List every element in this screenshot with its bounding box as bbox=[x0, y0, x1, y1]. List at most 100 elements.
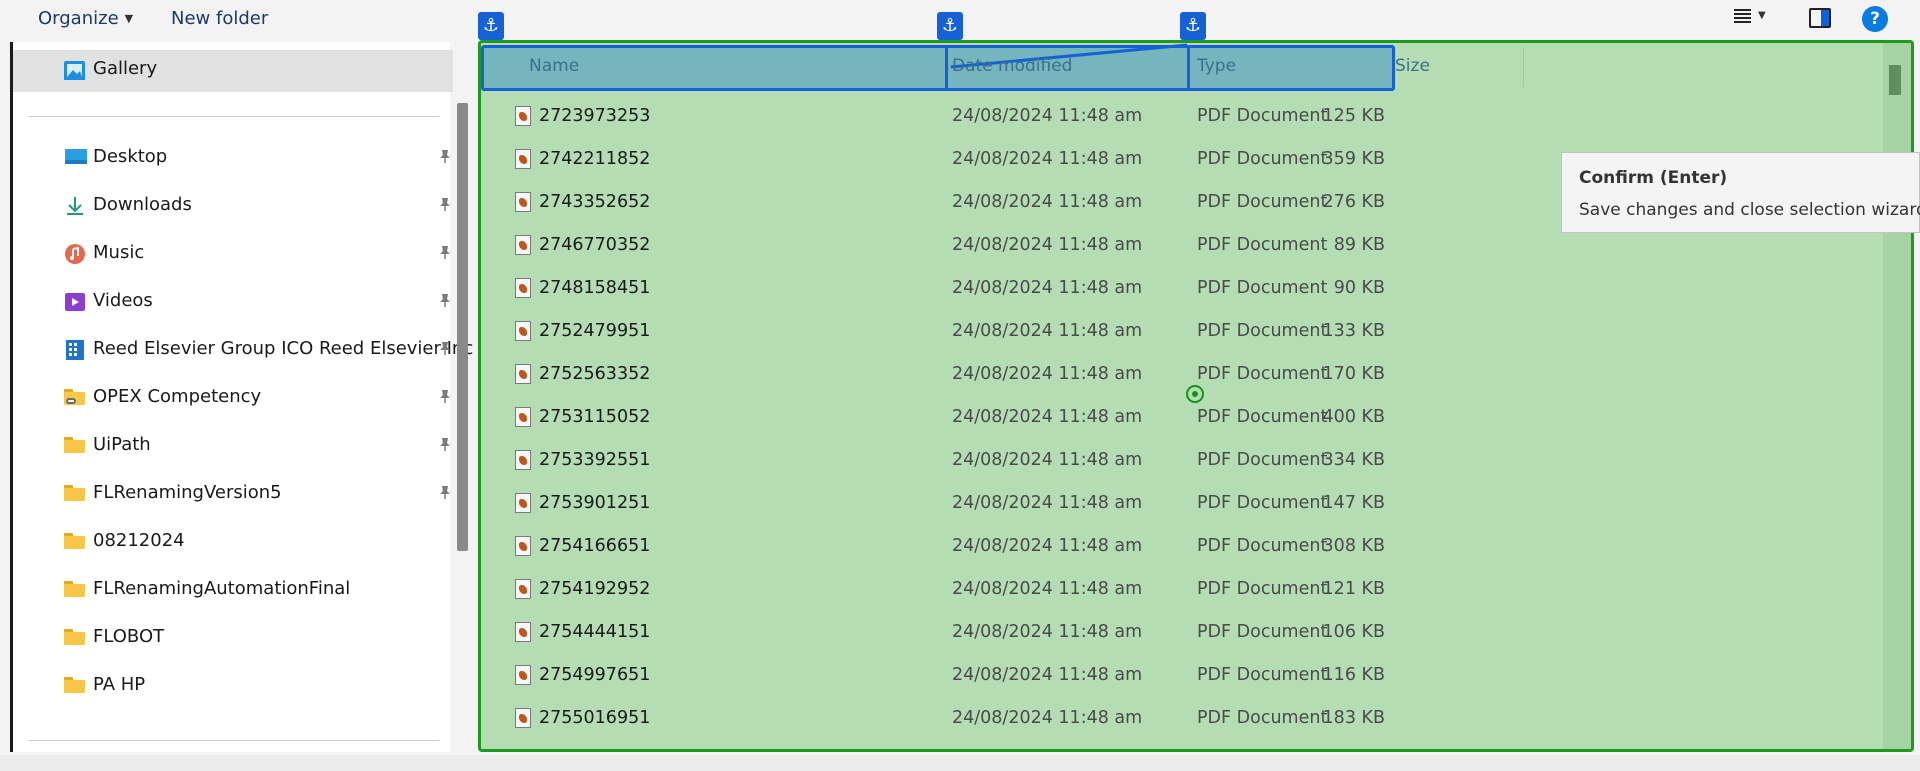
pdf-file-icon bbox=[515, 579, 531, 599]
building-icon bbox=[64, 339, 86, 360]
pdf-file-icon bbox=[515, 665, 531, 685]
file-size: 89 KB bbox=[1333, 235, 1385, 255]
file-name: 2754444151 bbox=[539, 622, 651, 642]
file-size: 334 KB bbox=[1322, 450, 1385, 470]
file-row[interactable]: 2753901251 24/08/2024 11:48 am PDF Documen… bbox=[481, 482, 1911, 525]
sidebar-item-uipath[interactable]: UiPath bbox=[13, 426, 453, 464]
pin-icon[interactable] bbox=[437, 388, 453, 404]
file-size: 90 KB bbox=[1333, 278, 1385, 298]
sidebar-item-videos[interactable]: Videos bbox=[13, 282, 453, 320]
file-size: 121 KB bbox=[1322, 579, 1385, 599]
anchor-icon[interactable]: ⚓ bbox=[1180, 12, 1206, 40]
pin-icon[interactable] bbox=[437, 484, 453, 500]
pdf-file-icon bbox=[515, 321, 531, 341]
target-crosshair-icon bbox=[1186, 385, 1204, 403]
file-row[interactable]: 2748158451 24/08/2024 11:48 am PDF Documen… bbox=[481, 267, 1911, 310]
file-row[interactable]: 2754166651 24/08/2024 11:48 am PDF Documen… bbox=[481, 525, 1911, 568]
sidebar-item-gallery[interactable]: Gallery bbox=[13, 50, 453, 92]
column-header-date[interactable]: Date modified bbox=[952, 56, 1072, 76]
folder-icon bbox=[64, 533, 85, 549]
sidebar-item-music[interactable]: Music bbox=[13, 234, 453, 272]
sidebar-item-reed-elsevier-group-ico-reed-elsevier-inc[interactable]: Reed Elsevier Group ICO Reed Elsevier In… bbox=[13, 330, 473, 368]
sidebar-item-label: Downloads bbox=[93, 194, 192, 215]
file-row[interactable]: 2754192952 24/08/2024 11:48 am PDF Documen… bbox=[481, 568, 1911, 611]
download-icon bbox=[64, 195, 86, 215]
pin-icon[interactable] bbox=[437, 148, 453, 164]
sidebar-item-opex-competency[interactable]: OPEX Competency bbox=[13, 378, 453, 416]
sidebar-item-label: OPEX Competency bbox=[93, 386, 262, 407]
file-name: 2743352652 bbox=[539, 192, 651, 212]
network-folder-icon bbox=[64, 389, 85, 405]
file-date-modified: 24/08/2024 11:48 am bbox=[952, 579, 1143, 599]
sidebar-item-downloads[interactable]: Downloads bbox=[13, 186, 453, 224]
anchor-icon[interactable]: ⚓ bbox=[937, 12, 963, 40]
pin-icon[interactable] bbox=[437, 292, 453, 308]
divider bbox=[29, 116, 439, 117]
pdf-file-icon bbox=[515, 235, 531, 255]
column-header-type[interactable]: Type bbox=[1197, 56, 1236, 76]
anchor-icon[interactable]: ⚓ bbox=[478, 12, 504, 40]
sidebar-item-label: 08212024 bbox=[93, 530, 185, 551]
navigation-pane: Gallery Desktop Downloads Music Videos Reed … bbox=[10, 42, 473, 752]
sidebar-item-flobot[interactable]: FLOBOT bbox=[13, 618, 453, 656]
sidebar-item-label: FLOBOT bbox=[93, 626, 165, 647]
file-row[interactable]: 2723973253 24/08/2024 11:48 am PDF Documen… bbox=[481, 95, 1911, 138]
file-name: 2746770352 bbox=[539, 235, 651, 255]
pdf-file-icon bbox=[515, 622, 531, 642]
file-name: 2753392551 bbox=[539, 450, 651, 470]
file-row[interactable]: 2752479951 24/08/2024 11:48 am PDF Documen… bbox=[481, 310, 1911, 353]
file-size: 170 KB bbox=[1322, 364, 1385, 384]
column-separator[interactable] bbox=[1523, 47, 1524, 87]
tooltip-title: Confirm (Enter) bbox=[1579, 168, 1728, 188]
sidebar-item-desktop[interactable]: Desktop bbox=[13, 138, 453, 176]
pin-icon[interactable] bbox=[437, 340, 453, 356]
file-explorer-window: Organize ▼ New folder ▼ ? Gallery Desktop… bbox=[0, 0, 1920, 771]
file-name: 2748158451 bbox=[539, 278, 651, 298]
file-date-modified: 24/08/2024 11:48 am bbox=[952, 665, 1143, 685]
file-date-modified: 24/08/2024 11:48 am bbox=[952, 321, 1143, 341]
sidebar-item-pa-hp[interactable]: PA HP bbox=[13, 666, 453, 704]
tooltip-body: Save changes and close selection wizard. bbox=[1579, 200, 1920, 220]
file-size: 106 KB bbox=[1322, 622, 1385, 642]
pdf-file-icon bbox=[515, 407, 531, 427]
organize-button[interactable]: Organize ▼ bbox=[38, 8, 133, 29]
file-row[interactable]: 2753392551 24/08/2024 11:48 am PDF Documen… bbox=[481, 439, 1911, 482]
list-scrollbar-thumb[interactable] bbox=[1889, 65, 1901, 95]
file-name: 2753901251 bbox=[539, 493, 651, 513]
file-name: 2742211852 bbox=[539, 149, 651, 169]
file-date-modified: 24/08/2024 11:48 am bbox=[952, 407, 1143, 427]
folder-icon bbox=[64, 485, 85, 501]
pdf-file-icon bbox=[515, 149, 531, 169]
sidebar-item-label: FLRenamingVersion5 bbox=[93, 482, 282, 503]
sidebar-item-flrenamingautomationfinal[interactable]: FLRenamingAutomationFinal bbox=[13, 570, 453, 608]
sidebar-item-08212024[interactable]: 08212024 bbox=[13, 522, 453, 560]
pdf-file-icon bbox=[515, 278, 531, 298]
file-date-modified: 24/08/2024 11:48 am bbox=[952, 493, 1143, 513]
column-header-size[interactable]: Size bbox=[1395, 56, 1430, 76]
pin-icon[interactable] bbox=[437, 436, 453, 452]
sidebar-item-label: Desktop bbox=[93, 146, 168, 167]
file-name: 2723973253 bbox=[539, 106, 651, 126]
file-date-modified: 24/08/2024 11:48 am bbox=[952, 149, 1143, 169]
sidebar-item-label: Gallery bbox=[93, 58, 158, 79]
sidebar-item-label: UiPath bbox=[93, 434, 151, 455]
file-date-modified: 24/08/2024 11:48 am bbox=[952, 450, 1143, 470]
sidebar-scrollbar[interactable] bbox=[457, 103, 468, 551]
pdf-file-icon bbox=[515, 364, 531, 384]
file-name: 2754166651 bbox=[539, 536, 651, 556]
pin-icon[interactable] bbox=[437, 244, 453, 260]
file-row[interactable]: 2754444151 24/08/2024 11:48 am PDF Documen… bbox=[481, 611, 1911, 654]
view-options-button[interactable]: ▼ bbox=[1732, 6, 1772, 32]
pin-icon[interactable] bbox=[437, 196, 453, 212]
file-row[interactable]: 2754997651 24/08/2024 11:48 am PDF Documen… bbox=[481, 654, 1911, 697]
details-pane-icon[interactable] bbox=[1809, 8, 1831, 28]
file-row[interactable]: 2755016951 24/08/2024 11:48 am PDF Documen… bbox=[481, 697, 1911, 740]
sidebar-item-label: Videos bbox=[93, 290, 153, 311]
folder-icon bbox=[64, 677, 85, 693]
pdf-file-icon bbox=[515, 450, 531, 470]
sidebar-item-flrenamingversion5[interactable]: FLRenamingVersion5 bbox=[13, 474, 453, 512]
file-date-modified: 24/08/2024 11:48 am bbox=[952, 364, 1143, 384]
help-icon[interactable]: ? bbox=[1862, 6, 1888, 32]
new-folder-button[interactable]: New folder bbox=[171, 8, 268, 29]
column-header-name[interactable]: Name bbox=[529, 56, 579, 76]
